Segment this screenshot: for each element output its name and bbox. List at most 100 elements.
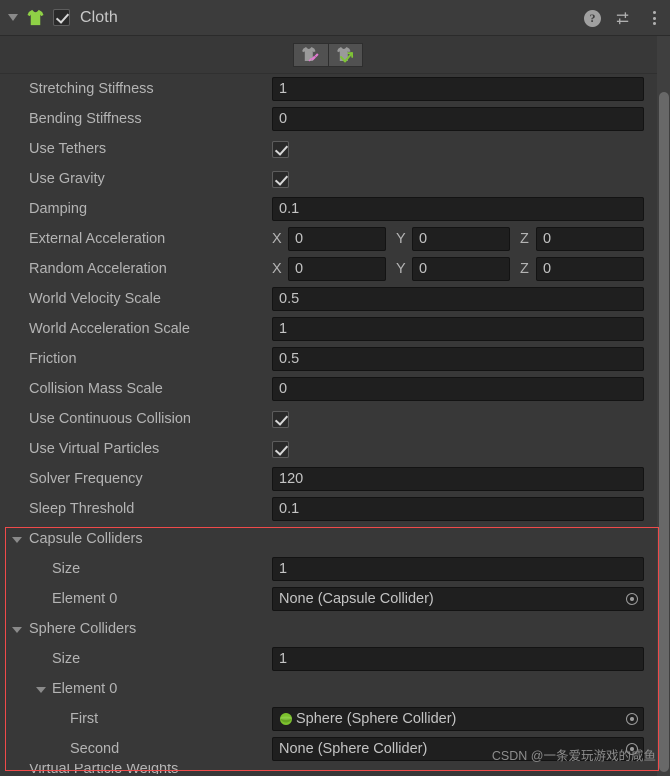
input-capsule-size[interactable]: 1 [272, 557, 644, 581]
axis-label-x: X [272, 261, 282, 277]
sphere-colliders-foldout-icon[interactable] [12, 627, 22, 633]
sphere-mesh-icon [280, 713, 292, 725]
label-capsule-size: Size [52, 561, 81, 577]
property-row-solver-frequency: Solver Frequency 120 [0, 464, 670, 494]
label-solver-frequency: Solver Frequency [29, 471, 143, 487]
vector3-random-acceleration: X0 Y0 Z0 [272, 257, 644, 281]
property-row-use-gravity: Use Gravity [0, 164, 670, 194]
header-actions: ? [584, 0, 662, 36]
input-random-acceleration-z[interactable]: 0 [536, 257, 644, 281]
label-friction: Friction [29, 351, 77, 367]
axis-label-x: X [272, 231, 282, 247]
input-random-acceleration-x[interactable]: 0 [288, 257, 386, 281]
sphere-colliders-element0-foldout[interactable]: Element 0 [0, 674, 670, 704]
component-foldout-icon[interactable] [8, 14, 18, 21]
input-friction[interactable]: 0.5 [272, 347, 644, 371]
value-capsule-element-0[interactable]: None (Capsule Collider) [272, 587, 644, 611]
sphere-colliders-foldout[interactable]: Sphere Colliders [0, 614, 670, 644]
kebab-menu-icon[interactable] [646, 10, 662, 27]
label-sphere-first: First [70, 711, 99, 727]
vector3-external-acceleration: X0 Y0 Z0 [272, 227, 644, 251]
label-damping: Damping [29, 201, 88, 217]
capsule-colliders-foldout[interactable]: Capsule Colliders [0, 524, 670, 554]
scrollbar-thumb[interactable] [659, 92, 669, 772]
label-external-acceleration: External Acceleration [29, 231, 166, 247]
axis-label-y: Y [396, 231, 406, 247]
virtual-particle-weights-row[interactable]: Virtual Particle Weights [0, 764, 670, 776]
property-row-stretching-stiffness: Stretching Stiffness 1 [0, 74, 670, 104]
self-collision-tool[interactable] [328, 42, 363, 67]
axis-label-y: Y [396, 261, 406, 277]
checkbox-use-virtual-particles[interactable] [272, 440, 289, 458]
property-row-use-continuous-collision: Use Continuous Collision [0, 404, 670, 434]
property-row-collision-mass-scale: Collision Mass Scale 0 [0, 374, 670, 404]
input-solver-frequency[interactable]: 120 [272, 467, 644, 491]
checkbox-use-continuous-collision[interactable] [272, 410, 289, 428]
input-damping[interactable]: 0.1 [272, 197, 644, 221]
input-external-acceleration-y[interactable]: 0 [412, 227, 510, 251]
label-capsule-colliders: Capsule Colliders [29, 531, 143, 547]
input-random-acceleration-y[interactable]: 0 [412, 257, 510, 281]
object-field-capsule-element-0[interactable]: None (Capsule Collider) [272, 587, 644, 611]
object-field-sphere-first[interactable]: Sphere (Sphere Collider) [272, 707, 644, 731]
label-use-gravity: Use Gravity [29, 171, 105, 187]
vertical-scrollbar[interactable] [657, 36, 670, 776]
label-stretching-stiffness: Stretching Stiffness [29, 81, 154, 97]
input-world-acceleration-scale[interactable]: 1 [272, 317, 644, 341]
label-virtual-particle-weights: Virtual Particle Weights [29, 764, 179, 774]
value-sphere-first-container[interactable]: Sphere (Sphere Collider) [272, 707, 644, 731]
checkbox-use-gravity[interactable] [272, 170, 289, 188]
input-sphere-size[interactable]: 1 [272, 647, 644, 671]
input-sleep-threshold[interactable]: 0.1 [272, 497, 644, 521]
page-title: Cloth [80, 8, 118, 26]
object-picker-icon[interactable] [622, 590, 641, 608]
label-bending-stiffness: Bending Stiffness [29, 111, 142, 127]
property-row-friction: Friction 0.5 [0, 344, 670, 374]
label-use-continuous-collision: Use Continuous Collision [29, 411, 191, 427]
property-row-external-acceleration: External Acceleration X0 Y0 Z0 [0, 224, 670, 254]
label-capsule-element-0: Element 0 [52, 591, 118, 607]
label-world-acceleration-scale: World Acceleration Scale [29, 321, 190, 337]
paint-constraints-tool[interactable] [293, 42, 328, 67]
cloth-tool-toolbar [0, 36, 670, 74]
property-row-random-acceleration: Random Acceleration X0 Y0 Z0 [0, 254, 670, 284]
label-random-acceleration: Random Acceleration [29, 261, 167, 277]
input-bending-stiffness[interactable]: 0 [272, 107, 644, 131]
input-external-acceleration-x[interactable]: 0 [288, 227, 386, 251]
checkbox-use-tethers[interactable] [272, 140, 289, 158]
property-row-sleep-threshold: Sleep Threshold 0.1 [0, 494, 670, 524]
input-collision-mass-scale[interactable]: 0 [272, 377, 644, 401]
property-row-use-tethers: Use Tethers [0, 134, 670, 164]
label-sleep-threshold: Sleep Threshold [29, 501, 135, 517]
component-header[interactable]: Cloth ? [0, 0, 670, 36]
preset-sliders-icon[interactable] [615, 10, 632, 27]
capsule-colliders-element0-row: Element 0 None (Capsule Collider) [0, 584, 670, 614]
input-stretching-stiffness[interactable]: 1 [272, 77, 644, 101]
label-use-tethers: Use Tethers [29, 141, 107, 157]
object-picker-icon[interactable] [622, 710, 641, 728]
property-row-use-virtual-particles: Use Virtual Particles [0, 434, 670, 464]
component-enabled-checkbox[interactable] [53, 9, 70, 26]
input-external-acceleration-z[interactable]: 0 [536, 227, 644, 251]
capsule-colliders-foldout-icon[interactable] [12, 537, 22, 543]
unity-inspector-cloth-panel: Cloth ? Stretching Stiffness 1 Bending S… [0, 0, 670, 776]
sphere-colliders-size-row: Size 1 [0, 644, 670, 674]
shirt-pin-icon [302, 46, 319, 61]
label-sphere-second: Second [70, 741, 120, 757]
axis-label-z: Z [520, 261, 529, 277]
label-world-velocity-scale: World Velocity Scale [29, 291, 161, 307]
property-row-world-acceleration-scale: World Acceleration Scale 1 [0, 314, 670, 344]
label-sphere-colliders: Sphere Colliders [29, 621, 137, 637]
property-row-world-velocity-scale: World Velocity Scale 0.5 [0, 284, 670, 314]
property-row-damping: Damping 0.1 [0, 194, 670, 224]
capsule-colliders-size-row: Size 1 [0, 554, 670, 584]
watermark-text: CSDN @一条爱玩游戏的咸鱼 [491, 749, 656, 763]
sphere-element-0-foldout-icon[interactable] [36, 687, 46, 693]
sphere-element0-first-row: First Sphere (Sphere Collider) [0, 704, 670, 734]
label-sphere-size: Size [52, 651, 81, 667]
help-icon[interactable]: ? [584, 9, 601, 27]
input-world-velocity-scale[interactable]: 0.5 [272, 287, 644, 311]
axis-label-z: Z [520, 231, 529, 247]
label-use-virtual-particles: Use Virtual Particles [29, 441, 160, 457]
shirt-arrow-icon [336, 46, 353, 62]
